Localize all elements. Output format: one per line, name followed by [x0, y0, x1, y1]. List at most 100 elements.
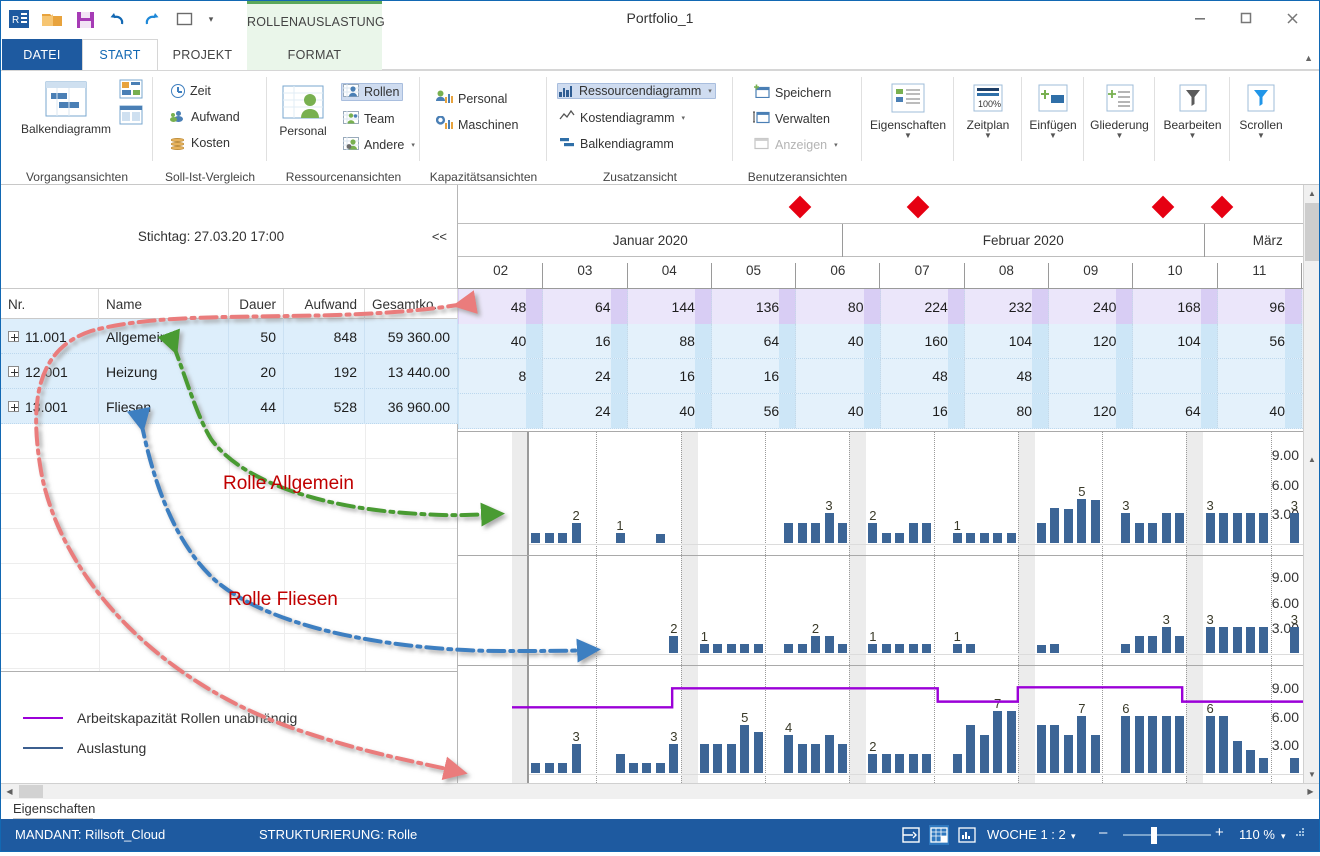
- chart-bar[interactable]: [558, 533, 567, 543]
- column-header-gesamtkosten[interactable]: Gesamtko...: [365, 289, 458, 319]
- grid-value-cell[interactable]: 16: [543, 324, 627, 358]
- expand-icon[interactable]: [8, 366, 19, 377]
- chart-bar[interactable]: [1148, 523, 1157, 543]
- verwalten-view-button[interactable]: Verwalten: [751, 109, 834, 128]
- grid-value-cell[interactable]: 64: [1133, 394, 1217, 428]
- grid-value-cell[interactable]: 8: [459, 359, 543, 393]
- chart-panel-gesamt[interactable]: 9.006.003.003354277663: [458, 665, 1303, 783]
- minimize-button[interactable]: [1177, 3, 1223, 33]
- resource-grid-icon[interactable]: [929, 825, 949, 845]
- chart-bar[interactable]: [868, 644, 877, 653]
- chart-bar[interactable]: [1091, 500, 1100, 543]
- chart-bar[interactable]: [1246, 513, 1255, 543]
- chart-bar[interactable]: [1259, 513, 1268, 543]
- einfuegen-caret[interactable]: ▼: [1022, 132, 1084, 139]
- rollen-button[interactable]: Rollen: [341, 83, 403, 101]
- chart-bar[interactable]: [825, 513, 834, 543]
- chart-panel-fliesen[interactable]: 9.006.003.00212113331: [458, 555, 1303, 665]
- chevron-down-icon[interactable]: ▾: [708, 87, 712, 95]
- grid-value-cell[interactable]: 224: [881, 289, 965, 324]
- grid-value-cell[interactable]: 40: [459, 324, 543, 358]
- chart-bar[interactable]: [784, 644, 793, 653]
- column-header-aufwand[interactable]: Aufwand: [284, 289, 365, 319]
- chart-bar[interactable]: [1219, 513, 1228, 543]
- chart-bar[interactable]: [1064, 509, 1073, 543]
- ressourcendiagramm-button[interactable]: Ressourcendiagramm ▾: [557, 83, 716, 99]
- scrollen-caret[interactable]: ▼: [1230, 132, 1292, 139]
- grid-value-cell[interactable]: 48: [965, 359, 1049, 393]
- chart-bar[interactable]: [1162, 627, 1171, 653]
- expand-icon[interactable]: [8, 331, 19, 342]
- chart-bar[interactable]: [1259, 627, 1268, 653]
- chart-bar[interactable]: [993, 533, 1002, 543]
- grid-value-cell[interactable]: 40: [796, 324, 880, 358]
- balkendiagramm-button[interactable]: Balkendiagramm: [9, 81, 123, 136]
- milestone-marker[interactable]: [789, 196, 812, 219]
- chart-bar[interactable]: [1233, 627, 1242, 653]
- status-scale[interactable]: WOCHE 1 : 2: [987, 827, 1066, 842]
- tab-format[interactable]: FORMAT: [247, 39, 382, 70]
- grid-value-cell[interactable]: 16: [881, 394, 965, 428]
- chart-bar[interactable]: [656, 534, 665, 543]
- grid-value-cell[interactable]: 104: [965, 324, 1049, 358]
- team-button[interactable]: Team: [341, 110, 399, 128]
- grid-value-cell[interactable]: 120: [1049, 394, 1133, 428]
- milestone-marker[interactable]: [1152, 196, 1175, 219]
- chart-bar[interactable]: [545, 533, 554, 543]
- chart-bar[interactable]: [922, 523, 931, 543]
- chart-bar[interactable]: [882, 644, 891, 653]
- milestone-marker[interactable]: [1211, 196, 1234, 219]
- zeit-button[interactable]: Zeit: [169, 83, 215, 99]
- gliederung-button[interactable]: Gliederung ▼: [1084, 83, 1155, 139]
- tab-projekt[interactable]: PROJEKT: [158, 39, 247, 70]
- eigenschaften-caret[interactable]: ▼: [862, 132, 954, 139]
- chart-bar[interactable]: [1121, 513, 1130, 543]
- grid-value-cell[interactable]: 24: [543, 359, 627, 393]
- collapse-ribbon-icon[interactable]: ▲: [1304, 53, 1313, 63]
- resource-chart-icon[interactable]: [957, 825, 977, 845]
- grid-total-row[interactable]: 48641441368022423224016896: [458, 289, 1303, 324]
- week-header-cell[interactable]: 09: [1049, 263, 1133, 289]
- column-header-dauer[interactable]: Dauer: [229, 289, 284, 319]
- grid-value-cell[interactable]: 240: [1049, 289, 1133, 324]
- week-header-cell[interactable]: 03: [543, 263, 627, 289]
- grid-value-cell[interactable]: 56: [1218, 324, 1302, 358]
- collapse-columns-button[interactable]: <<: [432, 229, 447, 244]
- column-header-name[interactable]: Name: [99, 289, 229, 319]
- chart-bar[interactable]: [1050, 644, 1059, 653]
- grid-value-cell[interactable]: 16: [628, 359, 712, 393]
- chart-bar[interactable]: [1290, 513, 1299, 543]
- horizontal-scroll-thumb[interactable]: [19, 785, 43, 798]
- close-button[interactable]: [1269, 3, 1315, 33]
- kostendiagramm-button[interactable]: Kostendiagramm ▾: [557, 109, 689, 126]
- chart-bar[interactable]: [616, 533, 625, 543]
- chart-bar[interactable]: [1290, 627, 1299, 653]
- maximize-button[interactable]: [1223, 3, 1269, 33]
- week-header-cell[interactable]: 07: [881, 263, 965, 289]
- horizontal-scrollbar[interactable]: ◀ ▶: [1, 783, 1319, 799]
- chart-bar[interactable]: [966, 644, 975, 653]
- chart-bar[interactable]: [909, 523, 918, 543]
- chart-bar[interactable]: [531, 533, 540, 543]
- chevron-down-icon[interactable]: ▾: [682, 114, 686, 122]
- split-view-icon[interactable]: [901, 825, 921, 845]
- andere-button[interactable]: Andere ▾: [341, 136, 419, 154]
- grid-data-row[interactable]: 82416164848: [458, 359, 1303, 394]
- properties-bar[interactable]: Eigenschaften: [1, 799, 1319, 819]
- grid-value-cell[interactable]: 232: [965, 289, 1049, 324]
- chart-bar[interactable]: [798, 644, 807, 653]
- kapazitaet-maschinen-button[interactable]: Maschinen: [434, 115, 522, 134]
- grid-value-cell[interactable]: 136: [712, 289, 796, 324]
- chart-bar[interactable]: [1037, 523, 1046, 543]
- grid-value-cell[interactable]: 168: [1133, 289, 1217, 324]
- chart-bar[interactable]: [754, 644, 763, 653]
- kapazitaet-personal-button[interactable]: Personal: [434, 89, 511, 108]
- grid-value-cell[interactable]: 64: [543, 289, 627, 324]
- chart-bar[interactable]: [922, 644, 931, 653]
- kosten-button[interactable]: Kosten: [169, 135, 234, 151]
- chart-bar[interactable]: [1206, 513, 1215, 543]
- grid-value-cell[interactable]: 40: [796, 394, 880, 428]
- chart-bar[interactable]: [825, 636, 834, 653]
- table-row[interactable]: 13.001 Fliesen 44 528 36 960.00: [1, 389, 457, 424]
- grid-value-cell[interactable]: 80: [796, 289, 880, 324]
